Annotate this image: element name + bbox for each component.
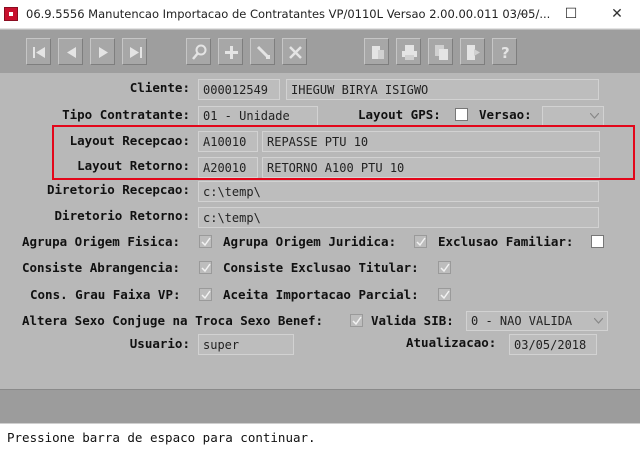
layout-recepcao-label: Layout Recepcao: (69, 133, 190, 148)
valida-sib-select[interactable]: 0 - NAO VALIDA (466, 311, 608, 331)
layout-retorno-label: Layout Retorno: (77, 158, 190, 173)
window-title: 06.9.5556 Manutencao Importacao de Contr… (26, 7, 551, 21)
valida-sib-label: Valida SIB: (371, 313, 454, 328)
filter-icon (372, 46, 384, 59)
layout-recepcao-code-field[interactable]: A10010 (198, 131, 258, 152)
consiste-exclusao-titular-label: Consiste Exclusao Titular: (223, 260, 419, 275)
cons-grau-faixa-vp-label: Cons. Grau Faixa VP: (30, 287, 181, 302)
consiste-abrangencia-checkbox[interactable] (199, 261, 212, 274)
search-button[interactable] (186, 38, 211, 65)
consiste-exclusao-titular-checkbox[interactable] (438, 261, 451, 274)
delete-icon (289, 46, 302, 59)
usuario-label: Usuario: (129, 336, 190, 351)
copy-button[interactable] (428, 38, 453, 65)
minimize-button[interactable]: – (500, 0, 546, 29)
svg-text:?: ? (501, 44, 510, 61)
filter-button[interactable] (364, 38, 389, 65)
check-icon (201, 237, 211, 247)
diretorio-recepcao-field[interactable]: c:\temp\ (198, 181, 599, 202)
toolbar: ? (0, 29, 640, 73)
edit-icon (256, 45, 270, 59)
edit-button[interactable] (250, 38, 275, 65)
agrupa-origem-fisica-label: Agrupa Origem Fisica: (22, 234, 181, 249)
check-icon (440, 290, 450, 300)
layout-recepcao-desc-field: REPASSE PTU 10 (262, 131, 600, 152)
next-record-button[interactable] (90, 38, 115, 65)
exclusao-familiar-label: Exclusao Familiar: (438, 234, 574, 249)
check-icon (352, 316, 362, 326)
add-button[interactable] (218, 38, 243, 65)
agrupa-origem-fisica-checkbox[interactable] (199, 235, 212, 248)
diretorio-retorno-label: Diretorio Retorno: (54, 208, 190, 223)
close-button[interactable]: ✕ (594, 0, 640, 29)
versao-label: Versao: (479, 107, 532, 122)
check-icon (440, 263, 450, 273)
exclusao-familiar-checkbox[interactable] (591, 235, 604, 248)
agrupa-origem-juridica-checkbox[interactable] (414, 235, 427, 248)
last-icon (130, 47, 142, 58)
first-icon (33, 47, 45, 58)
status-bar: Pressione barra de espaco para continuar… (0, 423, 640, 451)
cliente-code-field[interactable]: 000012549 (198, 79, 280, 100)
next-icon (99, 47, 108, 58)
cons-grau-faixa-vp-checkbox[interactable] (199, 288, 212, 301)
cliente-label: Cliente: (129, 80, 190, 95)
consiste-abrangencia-label: Consiste Abrangencia: (22, 260, 181, 275)
delete-button[interactable] (282, 38, 307, 65)
check-icon (201, 290, 211, 300)
help-button[interactable]: ? (492, 38, 517, 65)
tipo-contratante-select[interactable]: 01 - Unidade (198, 106, 318, 126)
chevron-down-icon (590, 113, 599, 119)
print-button[interactable] (396, 38, 421, 65)
cliente-name-field: IHEGUW BIRYA ISIGWO (286, 79, 599, 100)
versao-select[interactable] (542, 106, 604, 126)
altera-sexo-conjuge-label: Altera Sexo Conjuge na Troca Sexo Benef: (22, 313, 324, 328)
exit-icon (467, 45, 480, 60)
usuario-field: super (198, 334, 294, 355)
app-icon (4, 7, 18, 21)
layout-retorno-desc-field: RETORNO A100 PTU 10 (262, 157, 600, 178)
help-icon: ? (501, 44, 510, 61)
layout-gps-checkbox[interactable] (455, 108, 468, 121)
exit-button[interactable] (460, 38, 485, 65)
atualizacao-label: Atualizacao: (406, 335, 497, 350)
bottom-panel (0, 389, 640, 423)
maximize-button[interactable]: ☐ (548, 0, 594, 29)
check-icon (201, 263, 211, 273)
search-icon (192, 44, 207, 60)
chevron-down-icon (594, 318, 603, 324)
aceita-importacao-parcial-checkbox[interactable] (438, 288, 451, 301)
layout-retorno-code-field[interactable]: A20010 (198, 157, 258, 178)
tipo-contratante-value: 01 - Unidade (203, 109, 290, 123)
previous-record-button[interactable] (58, 38, 83, 65)
diretorio-retorno-field[interactable]: c:\temp\ (198, 207, 599, 228)
layout-gps-label: Layout GPS: (358, 107, 441, 122)
first-record-button[interactable] (26, 38, 51, 65)
title-bar: 06.9.5556 Manutencao Importacao de Contr… (0, 0, 640, 29)
check-icon (416, 237, 426, 247)
add-icon (225, 46, 238, 59)
status-message: Pressione barra de espaco para continuar… (7, 430, 316, 445)
last-record-button[interactable] (122, 38, 147, 65)
atualizacao-field: 03/05/2018 (509, 334, 597, 355)
valida-sib-value: 0 - NAO VALIDA (471, 314, 573, 328)
agrupa-origem-juridica-label: Agrupa Origem Juridica: (223, 234, 397, 249)
diretorio-recepcao-label: Diretorio Recepcao: (47, 182, 190, 197)
tipo-contratante-label: Tipo Contratante: (62, 107, 190, 122)
aceita-importacao-parcial-label: Aceita Importacao Parcial: (223, 287, 419, 302)
print-icon (402, 45, 417, 60)
prev-icon (67, 47, 76, 58)
copy-icon (435, 45, 448, 60)
altera-sexo-conjuge-checkbox[interactable] (350, 314, 363, 327)
